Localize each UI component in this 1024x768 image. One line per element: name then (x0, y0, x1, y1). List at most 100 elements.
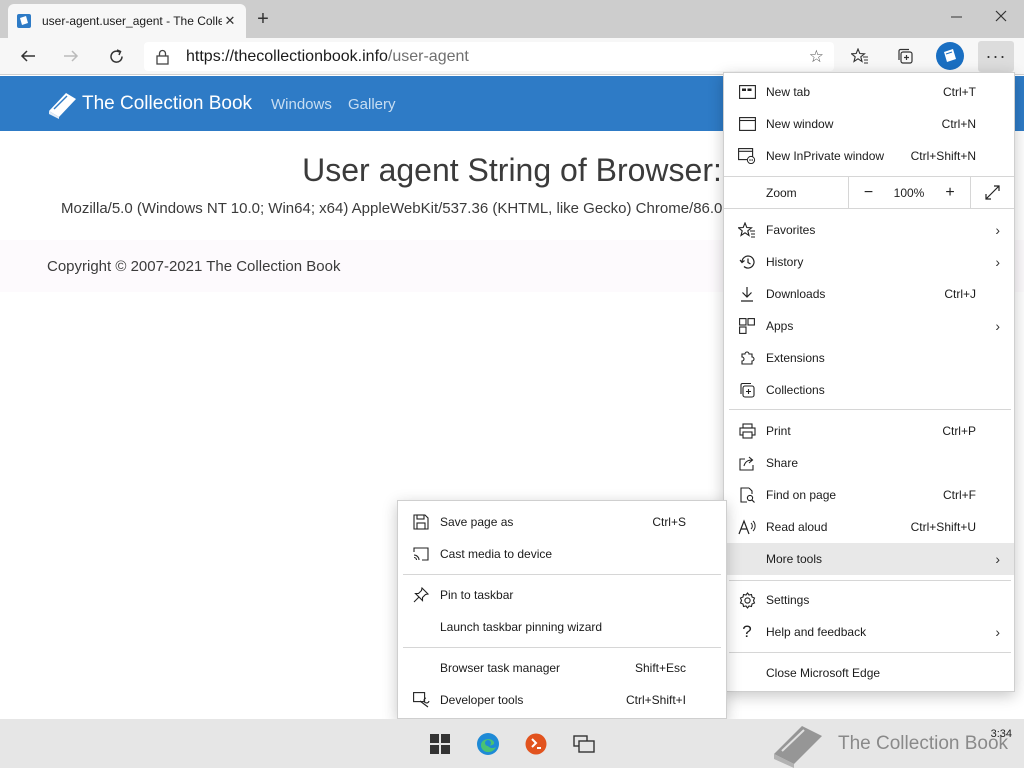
developer-tools-icon (411, 690, 431, 710)
help-question-icon: ? (742, 622, 752, 641)
printer-icon (737, 421, 757, 441)
edge-browser-icon[interactable] (475, 731, 501, 757)
chevron-right-icon: › (995, 551, 1000, 567)
menu-label: New InPrivate window (766, 149, 885, 163)
menu-item-apps[interactable]: Apps › (724, 310, 1014, 342)
zoom-control: Zoom − 100% + (724, 176, 1014, 209)
url-path: /user-agent (387, 47, 469, 65)
settings-menu: New tab Ctrl+T New window Ctrl+N New InP… (723, 72, 1015, 692)
chevron-right-icon: › (995, 254, 1000, 270)
menu-item-new-window[interactable]: New window Ctrl+N (724, 108, 1014, 140)
menu-shortcut: Ctrl+Shift+N (910, 149, 976, 163)
watermark: The Collection Book (770, 720, 1008, 768)
menu-item-read-aloud[interactable]: Read aloud Ctrl+Shift+U (724, 511, 1014, 543)
menu-label: Collections (766, 383, 825, 397)
windows-start-icon[interactable] (427, 731, 453, 757)
menu-label: Print (766, 424, 791, 438)
menu-separator (729, 580, 1011, 581)
forward-arrow-icon[interactable] (56, 42, 86, 70)
chevron-right-icon: › (995, 222, 1000, 238)
back-arrow-icon[interactable] (13, 42, 43, 70)
menu-label: Apps (766, 319, 794, 333)
settings-and-more-button[interactable]: ··· (978, 41, 1014, 72)
close-window-icon[interactable] (983, 4, 1019, 28)
tab-close-icon[interactable]: ✕ (222, 13, 238, 29)
tab-title: user-agent.user_agent - The Collection B… (42, 14, 222, 28)
minimize-icon[interactable] (938, 4, 974, 28)
menu-item-extensions[interactable]: Extensions (724, 342, 1014, 374)
profile-avatar[interactable] (936, 42, 964, 70)
title-bar: user-agent.user_agent - The Collection B… (0, 0, 1024, 38)
menu-label: More tools (766, 552, 823, 566)
submenu-item-pin-taskbar[interactable]: Pin to taskbar (398, 579, 726, 611)
menu-item-print[interactable]: Print Ctrl+P (724, 415, 1014, 447)
submenu-item-cast-media[interactable]: Cast media to device (398, 538, 726, 570)
menu-item-favorites[interactable]: Favorites › (724, 214, 1014, 246)
site-brand[interactable]: The Collection Book (46, 89, 252, 119)
menu-item-new-inprivate[interactable]: New InPrivate window Ctrl+Shift+N (724, 140, 1014, 172)
address-bar[interactable]: https://thecollectionbook.info/user-agen… (144, 42, 834, 71)
menu-item-help-feedback[interactable]: ? Help and feedback › (724, 616, 1014, 648)
submenu-shortcut: Ctrl+Shift+I (625, 693, 686, 707)
url-text[interactable]: https://thecollectionbook.info/user-agen… (186, 48, 469, 66)
lock-icon[interactable] (156, 49, 172, 65)
find-page-icon (737, 485, 757, 505)
new-window-icon (737, 114, 757, 134)
menu-separator (729, 409, 1011, 410)
zoom-out-button[interactable]: − (848, 177, 888, 208)
menu-item-more-tools[interactable]: More tools › (724, 543, 1014, 575)
task-view-icon[interactable] (571, 731, 597, 757)
copyright-text: Copyright © 2007-2021 The Collection Boo… (47, 258, 341, 275)
watermark-text: The Collection Book (838, 733, 1009, 754)
menu-item-settings[interactable]: Settings (724, 584, 1014, 616)
book-logo-icon (46, 89, 78, 119)
new-tab-icon[interactable]: + (252, 8, 274, 30)
collections-icon (737, 380, 757, 400)
zoom-in-button[interactable]: + (930, 177, 970, 208)
brand-name: The Collection Book (82, 93, 253, 114)
submenu-shortcut: Ctrl+S (652, 515, 686, 529)
collections-icon[interactable] (890, 42, 920, 70)
submenu-item-save-page[interactable]: Save page as Ctrl+S (398, 506, 726, 538)
submenu-separator (403, 574, 721, 575)
gear-icon (737, 590, 757, 610)
menu-label: Extensions (766, 351, 825, 365)
menu-item-find-on-page[interactable]: Find on page Ctrl+F (724, 479, 1014, 511)
menu-item-collections[interactable]: Collections (724, 374, 1014, 406)
chevron-right-icon: › (995, 624, 1000, 640)
user-agent-string: Mozilla/5.0 (Windows NT 10.0; Win64; x64… (61, 200, 724, 217)
nav-link-windows[interactable]: Windows (271, 96, 332, 113)
menu-shortcut: Ctrl+F (943, 488, 976, 502)
menu-item-new-tab[interactable]: New tab Ctrl+T (724, 76, 1014, 108)
menu-item-share[interactable]: Share (724, 447, 1014, 479)
zoom-level: 100% (893, 185, 925, 200)
submenu-label: Developer tools (440, 693, 524, 707)
inprivate-icon (737, 146, 757, 166)
refresh-icon[interactable] (101, 42, 131, 70)
menu-shortcut: Ctrl+J (944, 287, 976, 301)
menu-item-close-edge[interactable]: Close Microsoft Edge (724, 657, 1014, 689)
menu-item-history[interactable]: History › (724, 246, 1014, 278)
menu-shortcut: Ctrl+T (943, 85, 976, 99)
fullscreen-icon[interactable] (970, 177, 1014, 208)
submenu-label: Pin to taskbar (440, 588, 514, 602)
menu-label: Help and feedback (766, 625, 867, 639)
chevron-right-icon: › (995, 318, 1000, 334)
menu-shortcut: Ctrl+N (941, 117, 976, 131)
menu-label: Read aloud (766, 520, 828, 534)
submenu-item-task-manager[interactable]: Browser task manager Shift+Esc (398, 652, 726, 684)
cast-icon (411, 544, 431, 564)
submenu-item-developer-tools[interactable]: Developer tools Ctrl+Shift+I (398, 684, 726, 716)
share-icon (737, 453, 757, 473)
menu-label: Downloads (766, 287, 826, 301)
browser-tab[interactable]: user-agent.user_agent - The Collection B… (8, 4, 246, 38)
nav-link-gallery[interactable]: Gallery (348, 96, 396, 113)
menu-shortcut: Ctrl+P (942, 424, 976, 438)
menu-item-downloads[interactable]: Downloads Ctrl+J (724, 278, 1014, 310)
submenu-item-pinning-wizard[interactable]: Launch taskbar pinning wizard (398, 611, 726, 643)
apps-icon (737, 316, 757, 336)
puzzle-extensions-icon (737, 348, 757, 368)
add-favorite-star-icon[interactable]: ☆ (809, 47, 824, 67)
favorites-icon[interactable] (845, 42, 875, 70)
remote-desktop-icon[interactable] (523, 731, 549, 757)
